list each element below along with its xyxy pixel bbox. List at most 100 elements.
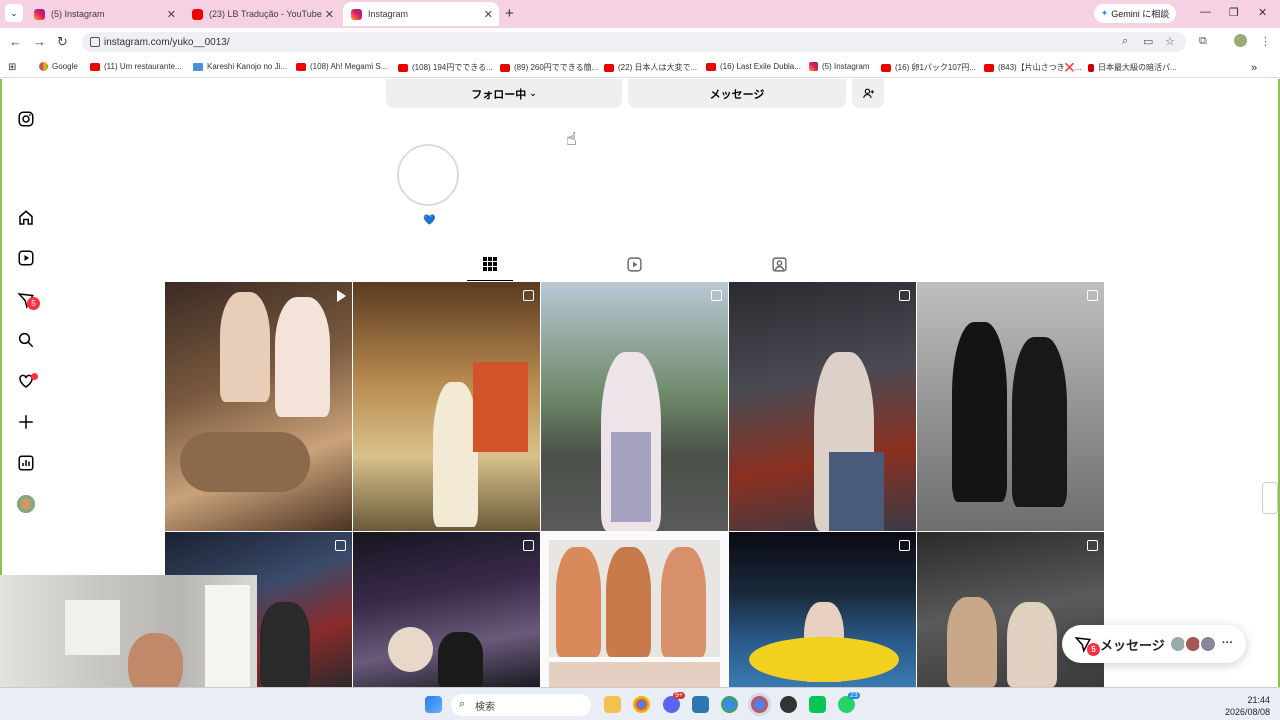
app-icon[interactable]	[780, 696, 797, 713]
home-icon[interactable]	[17, 209, 35, 227]
photos-icon[interactable]	[692, 696, 709, 713]
reels-icon[interactable]	[17, 249, 35, 267]
story-highlight-label: 💙	[423, 215, 436, 226]
window-close-icon[interactable]: ✕	[1258, 6, 1267, 19]
reload-icon[interactable]: ↻	[57, 34, 68, 50]
chrome-active-icon[interactable]	[751, 696, 768, 713]
carousel-icon	[335, 540, 346, 551]
reels-tab-icon[interactable]	[626, 256, 643, 276]
forward-arrow-icon[interactable]: →	[33, 34, 46, 49]
back-arrow-icon[interactable]: ←	[9, 34, 22, 49]
carousel-icon	[1087, 540, 1098, 551]
profile-avatar-icon[interactable]	[1234, 34, 1247, 47]
bookmark-item[interactable]: (16) Last Exile Dubla...	[706, 62, 801, 71]
address-bar[interactable]: instagram.com/yuko__0013/	[82, 32, 1186, 52]
bookmark-label: (5) Instagram	[822, 62, 870, 71]
tab-close-icon[interactable]: ✕	[484, 8, 493, 21]
bookmark-item[interactable]: (108) 194円でできる...	[398, 62, 493, 73]
messages-badge: 5	[1087, 643, 1100, 656]
more-bookmarks-icon[interactable]: »	[1251, 62, 1257, 74]
chrome-icon[interactable]	[633, 696, 650, 713]
tab-close-icon[interactable]: ✕	[167, 8, 176, 21]
chevron-down-icon: ⌄	[529, 88, 537, 98]
following-button[interactable]: フォロー中 ⌄	[386, 79, 622, 108]
carousel-icon	[1087, 290, 1098, 301]
profile-avatar[interactable]	[17, 495, 35, 513]
message-button[interactable]: メッセージ	[628, 79, 846, 108]
install-app-icon[interactable]: ▭	[1143, 35, 1153, 48]
youtube-icon	[881, 63, 891, 72]
bookmark-item[interactable]: 日本最大級の暗活パ...	[1088, 62, 1177, 73]
bookmark-item[interactable]: Google	[39, 62, 78, 71]
google-icon	[39, 62, 48, 71]
bookmark-label: (89) 260円でできる簡...	[514, 63, 599, 72]
tab-instagram-1[interactable]: (5) Instagram ✕	[26, 2, 182, 26]
post-thumbnail[interactable]	[729, 282, 916, 531]
restore-icon[interactable]: ❐	[1229, 6, 1239, 19]
whatsapp-badge: 23	[848, 692, 860, 699]
gemini-sparkle-icon: ✦	[1100, 8, 1109, 18]
gemini-button[interactable]: ✦ Gemini に相談	[1094, 4, 1176, 23]
more-dots-icon: ···	[1222, 637, 1233, 649]
bookmark-label: (16) Last Exile Dubla...	[720, 62, 801, 71]
youtube-icon	[706, 62, 716, 71]
bookmark-item[interactable]: Kareshi Kanojo no Ji...	[193, 62, 287, 71]
tab-instagram-active[interactable]: Instagram ✕	[343, 2, 499, 26]
post-thumbnail[interactable]	[353, 532, 540, 687]
bookmark-label: (22) 日本人は大変で...	[618, 63, 698, 72]
post-thumbnail[interactable]	[165, 282, 352, 531]
windows-start-icon[interactable]	[425, 696, 442, 713]
message-label: メッセージ	[709, 88, 765, 101]
messages-pill-label: メッセージ	[1100, 637, 1165, 653]
bookmark-item[interactable]: (108) Ah! Megami S...	[296, 62, 387, 71]
bookmark-label: 日本最大級の暗活パ...	[1098, 63, 1177, 72]
youtube-icon	[398, 63, 408, 72]
extensions-icon[interactable]: ⧉	[1199, 35, 1207, 48]
post-thumbnail[interactable]	[353, 282, 540, 531]
bookmark-item[interactable]: (5) Instagram	[809, 62, 870, 71]
post-thumbnail[interactable]	[917, 532, 1104, 687]
site-info-icon[interactable]	[90, 37, 100, 47]
suggest-user-icon[interactable]	[852, 79, 884, 108]
dashboard-icon[interactable]	[17, 454, 35, 472]
new-tab-plus-icon[interactable]: +	[505, 5, 514, 22]
chrome-icon[interactable]	[721, 696, 738, 713]
bookmark-label: (108) 194円でできる...	[412, 63, 493, 72]
bookmark-item[interactable]: (89) 260円でできる簡...	[500, 62, 598, 73]
tab-search-chevron-icon[interactable]: ⌄	[5, 4, 23, 22]
file-explorer-icon[interactable]	[604, 696, 621, 713]
bookmark-item[interactable]: (22) 日本人は大変で...	[604, 62, 697, 73]
story-highlight[interactable]	[397, 144, 459, 206]
instagram-logo-icon[interactable]	[17, 110, 35, 128]
line-icon[interactable]	[809, 696, 826, 713]
tab-title: Instagram	[368, 9, 409, 19]
chrome-menu-icon[interactable]: ⋮	[1260, 35, 1271, 48]
apps-grid-icon[interactable]: ⊞	[8, 62, 16, 73]
floating-messages-button[interactable]: 5 メッセージ ···	[1062, 625, 1246, 663]
tab-close-icon[interactable]: ✕	[325, 8, 334, 21]
bookmark-star-icon[interactable]: ☆	[1165, 35, 1175, 48]
create-plus-icon[interactable]	[17, 413, 35, 431]
bookmark-item[interactable]: (11) Um restaurante...	[90, 62, 182, 71]
minimize-icon[interactable]: —	[1200, 6, 1211, 18]
search-icon[interactable]	[17, 331, 35, 349]
bookmarks-bar: ⊞ Google (11) Um restaurante... Kareshi …	[0, 57, 1280, 78]
zoom-icon[interactable]: ⌕	[1122, 35, 1128, 48]
side-panel-toggle[interactable]	[1262, 482, 1278, 514]
bookmark-label: (108) Ah! Megami S...	[310, 62, 388, 71]
post-thumbnail[interactable]	[917, 282, 1104, 531]
posts-grid-tab[interactable]	[482, 256, 498, 275]
bookmark-item[interactable]: (843)【片山さつき❌...	[984, 62, 1081, 73]
hand-cursor-icon: ☝	[566, 129, 577, 149]
active-tab-indicator	[467, 280, 513, 281]
bookmark-item[interactable]: (16) 卵1パック107円...	[881, 62, 976, 73]
bookmark-label: (11) Um restaurante...	[104, 62, 182, 71]
post-thumbnail[interactable]	[729, 532, 916, 687]
post-thumbnail[interactable]	[541, 532, 728, 687]
youtube-favicon-icon	[192, 8, 203, 20]
tab-youtube[interactable]: (23) LB Tradução - YouTube ✕	[184, 2, 340, 26]
tagged-tab-icon[interactable]	[771, 256, 788, 276]
system-clock[interactable]: 21:44 2026/08/08	[1225, 694, 1270, 718]
post-thumbnail[interactable]	[541, 282, 728, 531]
taskbar-search[interactable]: ⌕ 検索	[451, 694, 591, 716]
